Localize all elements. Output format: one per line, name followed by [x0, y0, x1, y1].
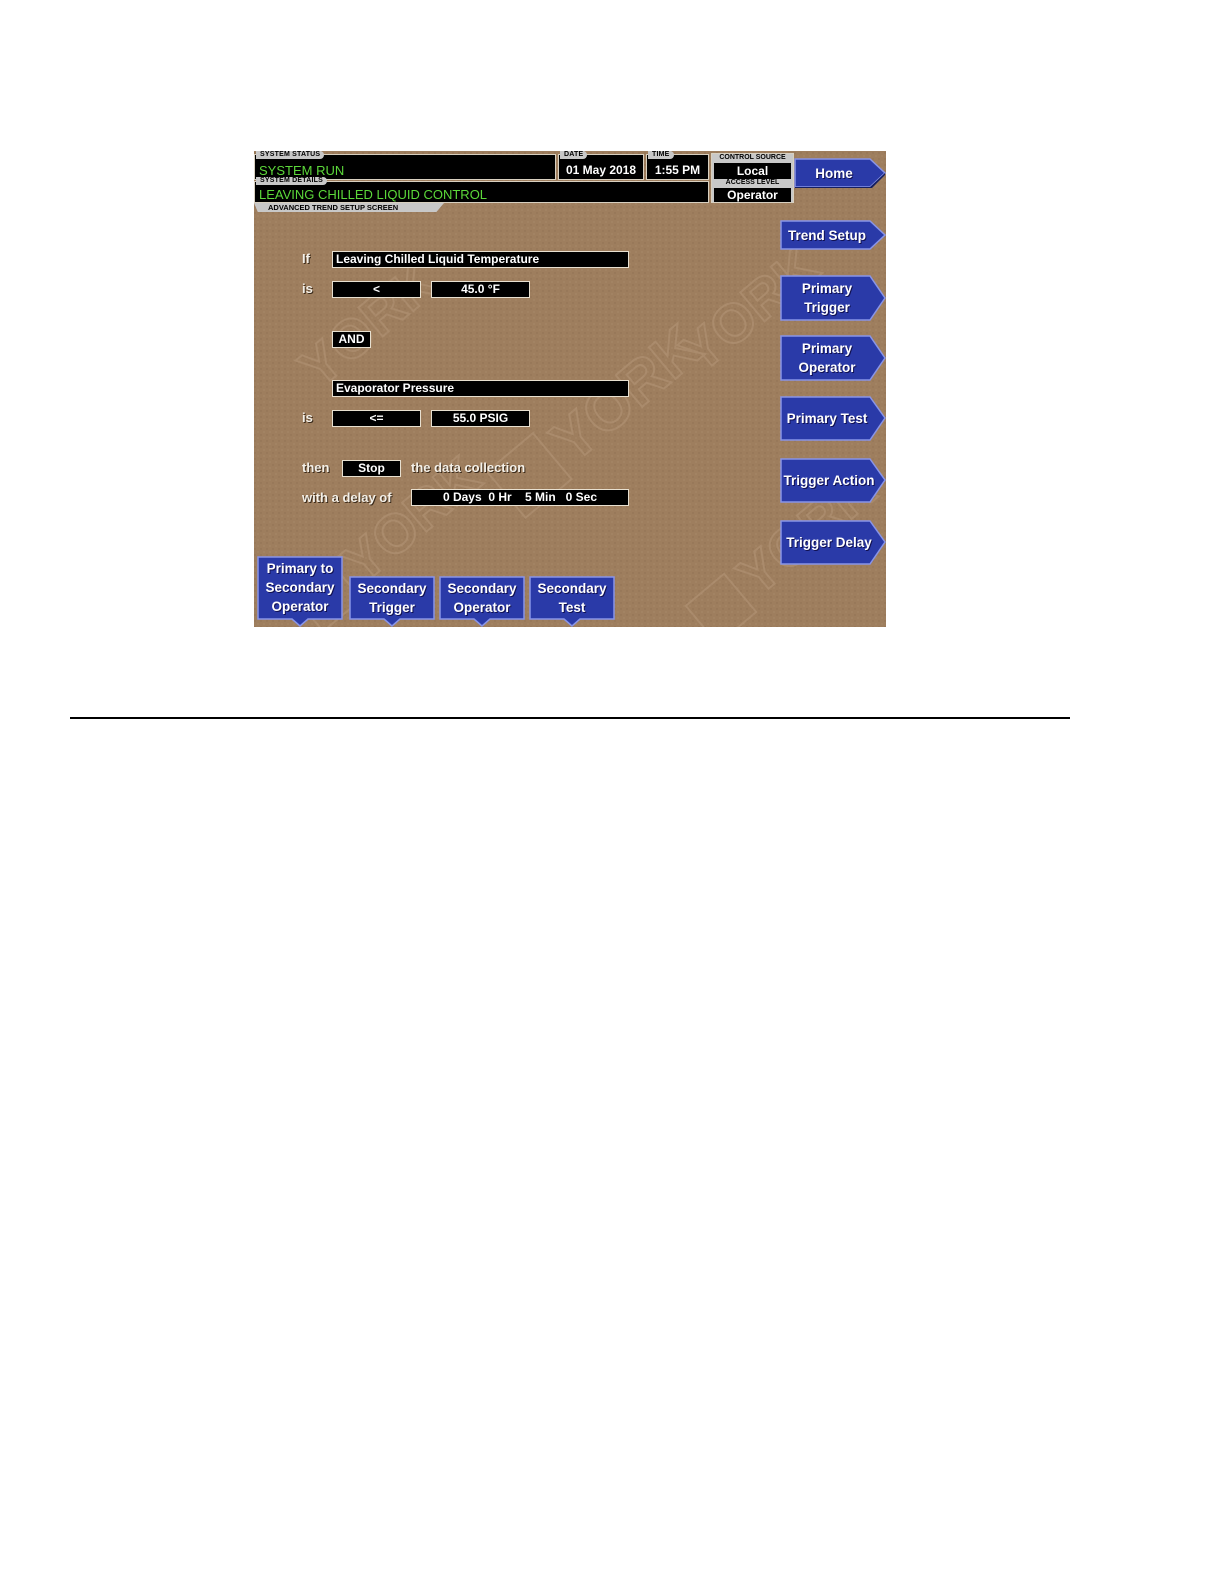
primary-test-label: Primary Test — [786, 411, 868, 426]
is-label-1: is — [302, 281, 313, 296]
trend-setup-button[interactable]: Trend Setup — [780, 220, 886, 250]
delay-field[interactable]: 0 Days 0 Hr 5 Min 0 Sec — [411, 489, 629, 506]
home-label: Home — [815, 165, 853, 181]
secondary-operator-button[interactable]: Secondary Operator — [439, 576, 525, 627]
home-button[interactable]: Home — [794, 158, 886, 188]
action-field[interactable]: Stop — [342, 460, 401, 477]
then-label: then — [302, 460, 330, 475]
secondary-test-button[interactable]: Secondary Test — [529, 576, 615, 627]
access-level-label: ACCESS LEVEL — [725, 179, 780, 186]
control-source-label: CONTROL SOURCE — [719, 154, 786, 161]
primary-trigger-label: Primary Trigger — [801, 281, 853, 315]
page-divider — [70, 717, 1070, 719]
secondary-trigger-field[interactable]: Evaporator Pressure — [332, 380, 629, 397]
primary-to-secondary-operator-label: Primary to Secondary Operator — [265, 561, 335, 614]
trigger-delay-label: Trigger Delay — [786, 535, 872, 550]
access-level-value: Operator — [727, 188, 778, 202]
primary-trigger-field[interactable]: Leaving Chilled Liquid Temperature — [332, 251, 629, 268]
time-label: TIME — [648, 151, 674, 159]
date-label: DATE — [560, 151, 588, 159]
primary-test-field[interactable]: 45.0 °F — [431, 281, 530, 298]
action-suffix-label: the data collection — [411, 460, 526, 475]
hmi-screen: YORK YORK YORK YORK YORK SYSTEM RUN SYST… — [254, 151, 886, 627]
primary-trigger-button[interactable]: Primary Trigger — [780, 275, 886, 321]
is-label-2: is — [302, 410, 313, 425]
primary-to-secondary-operator-button[interactable]: Primary to Secondary Operator — [257, 556, 343, 627]
control-source-panel: CONTROL SOURCE Local ACCESS LEVEL Operat… — [711, 153, 794, 203]
trigger-action-label: Trigger Action — [783, 473, 875, 488]
primary-test-button[interactable]: Primary Test — [780, 396, 886, 441]
secondary-trigger-label: Secondary Trigger — [357, 580, 427, 615]
system-status-value: SYSTEM RUN — [259, 163, 345, 178]
primary-operator-field[interactable]: < — [332, 281, 421, 298]
secondary-operator-label: Secondary Operator — [447, 580, 517, 615]
trigger-action-button[interactable]: Trigger Action — [780, 458, 886, 503]
control-source-value: Local — [736, 164, 769, 178]
secondary-operator-field[interactable]: <= — [332, 410, 421, 427]
system-details-value: LEAVING CHILLED LIQUID CONTROL — [259, 187, 488, 202]
date-value: 01 May 2018 — [565, 163, 637, 177]
connector-field[interactable]: AND — [332, 331, 371, 348]
system-status-label: SYSTEM STATUS — [256, 151, 325, 159]
trigger-delay-button[interactable]: Trigger Delay — [780, 520, 886, 565]
screen-title: ADVANCED TREND SETUP SCREEN — [254, 203, 444, 212]
secondary-test-label: Secondary Test — [537, 580, 607, 615]
time-value: 1:55 PM — [654, 163, 701, 177]
primary-operator-button[interactable]: Primary Operator — [780, 335, 886, 381]
system-details-label: SYSTEM DETAILS — [256, 177, 327, 185]
secondary-trigger-button[interactable]: Secondary Trigger — [349, 576, 435, 627]
delay-label: with a delay of — [302, 490, 392, 505]
trend-setup-label: Trend Setup — [787, 227, 866, 243]
secondary-test-field[interactable]: 55.0 PSIG — [431, 410, 530, 427]
if-label: If — [302, 251, 310, 266]
primary-operator-label: Primary Operator — [798, 341, 856, 375]
